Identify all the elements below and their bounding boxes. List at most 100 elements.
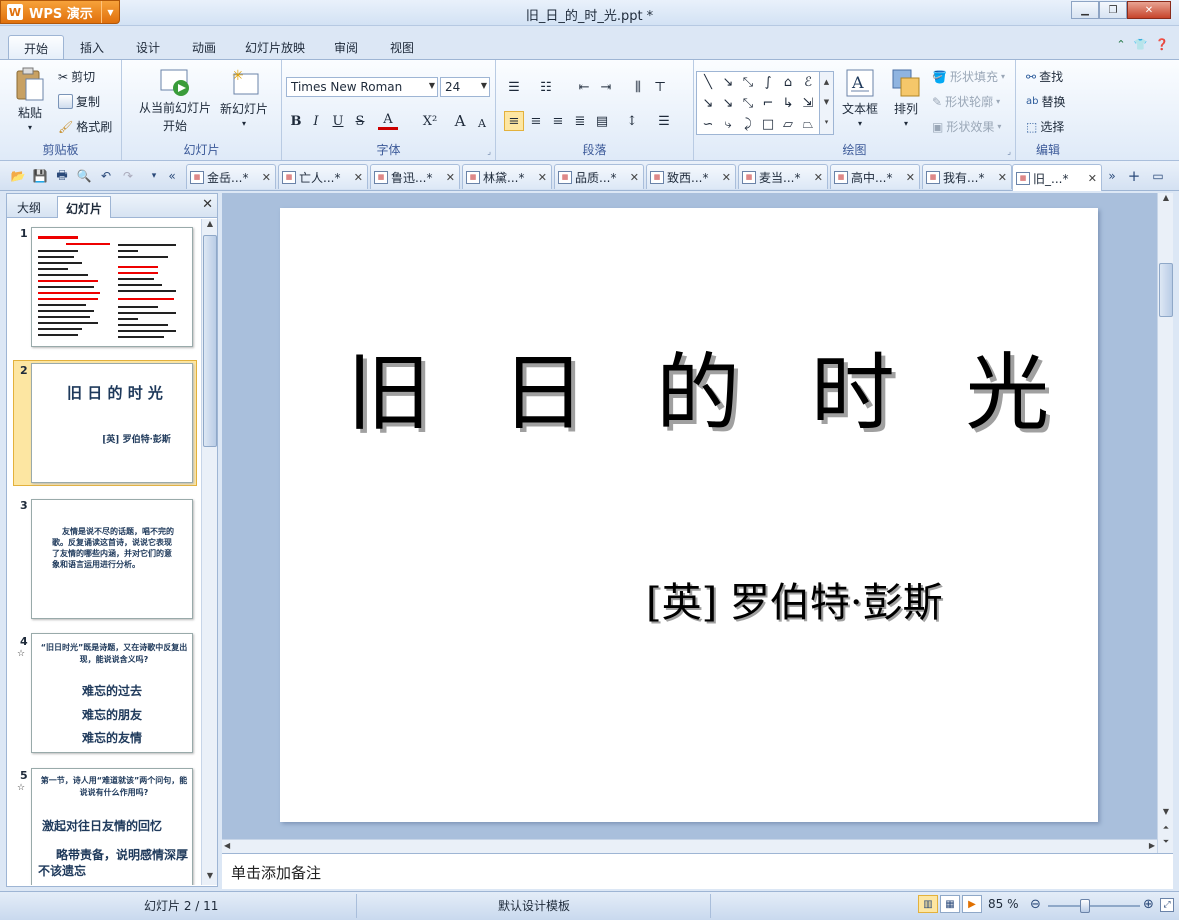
doc-tab[interactable]: ▦ 致西...* ✕	[646, 164, 736, 189]
elbow-arrow-icon[interactable]: ↳	[779, 94, 797, 112]
normal-view-icon[interactable]: ▥	[918, 895, 938, 913]
doc-tab[interactable]: ▦ 鲁迅...* ✕	[370, 164, 460, 189]
tab-insert[interactable]: 插入	[64, 35, 120, 59]
scroll-tabs-right-icon[interactable]: »	[1104, 168, 1120, 184]
increase-indent-icon[interactable]: ⇥	[596, 77, 616, 97]
close-tab-icon[interactable]: ✕	[262, 171, 271, 184]
zoom-in-icon[interactable]: ⊕	[1143, 897, 1154, 912]
zoom-slider-track[interactable]	[1048, 905, 1140, 907]
close-button[interactable]: ✕	[1127, 1, 1171, 19]
slide-thumbnail-2[interactable]: 旧 日 的 时 光 [英] 罗伯特·彭斯	[31, 363, 193, 483]
gallery-scroll[interactable]: ▲ ▼ ▾	[819, 72, 833, 134]
paste-button[interactable]: 粘贴 ▾	[14, 66, 46, 132]
slideshow-view-icon[interactable]: ▶	[962, 895, 982, 913]
wps-app-menu-button[interactable]: W WPS 演示 ▼	[0, 0, 120, 24]
shrink-font-button[interactable]: A	[472, 113, 492, 133]
close-tab-icon[interactable]: ✕	[906, 171, 915, 184]
next-slide-icon[interactable]: ⏷	[1158, 837, 1174, 851]
select-button[interactable]: ⬚ 选择	[1026, 118, 1064, 135]
justify-icon[interactable]: ≣	[570, 111, 590, 131]
print-icon[interactable]: 🖶	[54, 168, 70, 184]
doc-tab-active[interactable]: ▦ 旧_...* ✕	[1012, 164, 1102, 191]
arrow-shape-icon[interactable]: ↘	[719, 94, 737, 112]
notes-pane[interactable]: 单击添加备注	[222, 853, 1173, 889]
close-tab-icon[interactable]: ✕	[354, 171, 363, 184]
maximize-button[interactable]: ❐	[1099, 1, 1127, 19]
italic-button[interactable]: I	[306, 111, 326, 131]
bullets-icon[interactable]: ☰	[504, 77, 524, 97]
undo-icon[interactable]: ↶	[98, 168, 114, 184]
scrollbar-thumb[interactable]	[203, 235, 217, 447]
redo-icon[interactable]: ↷	[120, 168, 136, 184]
scrollbar-thumb[interactable]	[1159, 263, 1173, 317]
skin-icon[interactable]: 👕	[1134, 38, 1148, 51]
doc-tab[interactable]: ▦ 林黛...* ✕	[462, 164, 552, 189]
curve-shape-icon[interactable]: ∫	[759, 73, 777, 91]
elbow-double-arrow-icon[interactable]: ⇲	[799, 94, 817, 112]
tab-view[interactable]: 视图	[374, 35, 430, 59]
strikethrough-button[interactable]: S	[350, 111, 370, 131]
decrease-indent-icon[interactable]: ⇤	[574, 77, 594, 97]
scroll-up-icon[interactable]: ▲	[1158, 193, 1174, 207]
dialog-launcher-icon[interactable]: ⌟	[1007, 147, 1011, 156]
text-direction-icon[interactable]: ⫼	[628, 77, 648, 97]
doc-tab[interactable]: ▦ 我有...* ✕	[922, 164, 1012, 189]
arrange-button[interactable]: 排列 ▾	[890, 68, 922, 128]
slide-thumbnail-4[interactable]: “旧日时光”既是诗题，又在诗歌中反复出现，能说说含义吗? 难忘的过去 难忘的朋友…	[31, 633, 193, 753]
format-painter-button[interactable]: 🖌 格式刷	[58, 118, 112, 135]
bold-button[interactable]: B	[286, 111, 306, 131]
doc-tab[interactable]: ▦ 高中...* ✕	[830, 164, 920, 189]
font-color-button[interactable]: A	[378, 111, 398, 130]
find-button[interactable]: ⚯ 查找	[1026, 68, 1063, 85]
zoom-slider-thumb[interactable]	[1080, 899, 1090, 913]
scroll-right-icon[interactable]: ▶	[1149, 841, 1155, 850]
slide-title[interactable]: 旧 日 的 时 光	[280, 326, 1098, 447]
scroll-down-icon[interactable]: ▼	[1158, 807, 1174, 821]
line-shape-icon[interactable]: ↘	[699, 94, 717, 112]
replace-button[interactable]: ab 替换	[1026, 93, 1066, 110]
curved-arrow-icon[interactable]: ⤷	[719, 115, 737, 133]
align-text-icon[interactable]: ⊤	[650, 77, 670, 97]
close-tab-icon[interactable]: ✕	[446, 171, 455, 184]
help-icon[interactable]: ❓	[1155, 38, 1169, 51]
close-tab-icon[interactable]: ✕	[998, 171, 1007, 184]
font-size-select[interactable]: 24 ▼	[440, 77, 490, 97]
scroll-left-icon[interactable]: ◀	[224, 841, 230, 850]
font-name-select[interactable]: Times New Roman ▼	[286, 77, 438, 97]
numbering-icon[interactable]: ☷	[536, 77, 556, 97]
tab-slideshow[interactable]: 幻灯片放映	[232, 35, 318, 59]
curved-double-arrow-icon[interactable]: ⤸	[739, 115, 757, 133]
parallelogram-shape-icon[interactable]: ▱	[779, 115, 797, 133]
align-center-icon[interactable]: ≡	[526, 111, 546, 131]
close-tab-icon[interactable]: ✕	[814, 171, 823, 184]
align-left-icon[interactable]: ≡	[504, 111, 524, 131]
curved-connector-icon[interactable]: ∽	[699, 115, 717, 133]
shape-fill-button[interactable]: 🪣 形状填充 ▾	[932, 68, 1005, 85]
new-slide-button[interactable]: ✳ 新幻灯片 ▾	[220, 68, 268, 128]
zoom-out-icon[interactable]: ⊖	[1030, 897, 1041, 912]
rectangle-shape-icon[interactable]: □	[759, 115, 777, 133]
superscript-button[interactable]: X²	[418, 111, 442, 131]
distribute-icon[interactable]: ▤	[592, 111, 612, 131]
trapezoid-shape-icon[interactable]: ⏢	[799, 115, 817, 133]
shape-effect-button[interactable]: ▣ 形状效果 ▾	[932, 118, 1001, 135]
tab-design[interactable]: 设计	[120, 35, 176, 59]
align-right-icon[interactable]: ≡	[548, 111, 568, 131]
minimize-button[interactable]: ▁	[1071, 1, 1099, 19]
underline-button[interactable]: U	[328, 111, 348, 131]
copy-button[interactable]: 复制	[58, 93, 100, 110]
tab-animation[interactable]: 动画	[176, 35, 232, 59]
shapes-gallery[interactable]: ╲ ↘ ⤡ ∫ ⌂ ℰ ↘ ↘ ⤡ ⌐ ↳ ⇲ ∽ ⤷ ⤸ □ ▱ ⏢ ▲ ▼ ▾	[696, 71, 834, 135]
paragraph-spacing-icon[interactable]: ☰	[654, 111, 674, 131]
grow-font-button[interactable]: A	[450, 111, 470, 131]
scroll-up-icon[interactable]: ▲	[202, 219, 218, 233]
fit-to-window-icon[interactable]: ⤢	[1160, 898, 1174, 912]
close-panel-icon[interactable]: ✕	[202, 197, 213, 212]
doc-tab[interactable]: ▦ 品质...* ✕	[554, 164, 644, 189]
doc-tab[interactable]: ▦ 麦当...* ✕	[738, 164, 828, 189]
scribble-shape-icon[interactable]: ℰ	[799, 73, 817, 91]
freeform-shape-icon[interactable]: ⌂	[779, 73, 797, 91]
doc-tab[interactable]: ▦ 亡人...* ✕	[278, 164, 368, 189]
close-tab-icon[interactable]: ✕	[1088, 172, 1097, 185]
line-shape-icon[interactable]: ╲	[699, 73, 717, 91]
